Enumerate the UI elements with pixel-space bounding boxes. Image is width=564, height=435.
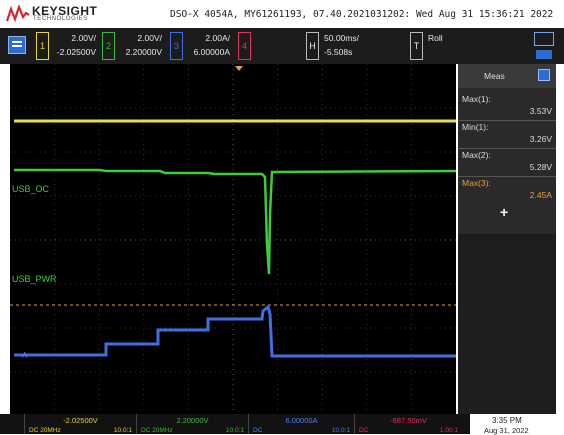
channel-2-coupling: DC 20MHz: [141, 427, 173, 434]
title-bar: KEYSIGHT TECHNOLOGIES DSO-X 4054A, MY612…: [0, 0, 564, 28]
channel-3-number: 3: [170, 32, 183, 60]
meas-max3-value: 2.45A: [529, 190, 552, 200]
keysight-logo: KEYSIGHT TECHNOLOGIES: [6, 3, 97, 25]
horizontal-scale: 50.00ms/: [324, 33, 359, 43]
channel-2-trace: [14, 168, 456, 275]
channel-4-status[interactable]: -687.50mV DC 1.00:1: [354, 414, 462, 434]
expand-icon: [536, 50, 552, 59]
clock-time: 3:35 PM: [492, 416, 522, 425]
channel-1-status[interactable]: -2.02500V DC 20MHz 10.0:1: [24, 414, 136, 434]
meas-max1-label: Max(1):: [462, 94, 491, 104]
horizontal-position: -5.508s: [324, 47, 353, 57]
channel-1-offset: -2.02500V: [56, 47, 96, 57]
channel-2-settings[interactable]: 2 2.00V/ 2.20000V: [100, 28, 164, 64]
trigger-position-marker: [235, 66, 243, 71]
meas-max2-value: 5.28V: [529, 162, 552, 172]
channel-3-probe: 10.0:1: [331, 427, 350, 434]
add-measurement-button[interactable]: +: [500, 204, 508, 220]
channel-1-settings[interactable]: 1 2.00V/ -2.02500V: [34, 28, 98, 64]
channel-2-status-value: 2.20000V: [176, 416, 209, 425]
channel-3-ground-marker: A: [22, 351, 28, 360]
meas-max2-label: Max(2):: [462, 150, 491, 160]
channel-3-coupling: DC: [253, 427, 263, 434]
divider: [458, 176, 556, 177]
trigger-settings[interactable]: T Roll: [408, 28, 468, 64]
channel-2-scale: 2.00V/: [137, 33, 162, 43]
measurements-header[interactable]: Meas: [458, 64, 556, 88]
horizontal-settings[interactable]: H 50.00ms/ -5.508s: [304, 28, 404, 64]
channel-2-number: 2: [102, 32, 115, 60]
channel-4-coupling: DC: [359, 427, 369, 434]
usb-pwr-label: USB_PWR: [12, 274, 57, 284]
usb-oc-label: USB_OC: [12, 184, 50, 194]
waveform-canvas: USB_OC USB_PWR A: [10, 64, 456, 416]
side-panel-empty: [458, 234, 556, 416]
menu-button[interactable]: [530, 28, 560, 64]
meas-max1-value: 3.53V: [529, 106, 552, 116]
meas-min1-value: 3.26V: [529, 134, 552, 144]
trigger-mode: Roll: [428, 33, 443, 43]
channel-4-number: 4: [238, 32, 251, 60]
channel-3-status[interactable]: 6.00000A DC 10.0:1: [248, 414, 354, 434]
channel-3-status-value: 6.00000A: [285, 416, 318, 425]
measurements-title: Meas: [484, 71, 505, 81]
channel-2-probe: 10.0:1: [225, 427, 244, 434]
channel-4-probe: 1.00:1: [439, 427, 458, 434]
home-icon: [8, 36, 26, 54]
oscilloscope-screen: KEYSIGHT TECHNOLOGIES DSO-X 4054A, MY612…: [0, 0, 564, 435]
channel-1-number: 1: [36, 32, 49, 60]
channel-4-settings[interactable]: 4: [236, 28, 260, 64]
clock: 3:35 PM Aug 31, 2022: [470, 414, 564, 435]
channel-3-scale: 2.00A/: [205, 33, 230, 43]
channel-2-status[interactable]: 2.20000V DC 20MHz 10.0:1: [136, 414, 248, 434]
horizontal-label: H: [306, 32, 319, 60]
graticule: [10, 64, 456, 416]
brand-subtitle: TECHNOLOGIES: [33, 16, 88, 22]
home-button[interactable]: [4, 28, 30, 64]
channel-4-status-value: -687.50mV: [390, 416, 427, 425]
channel-3-trace: [14, 304, 456, 358]
channel-1-probe: 10.0:1: [113, 427, 132, 434]
divider: [458, 120, 556, 121]
keysight-wave-icon: [6, 5, 30, 23]
meas-max3-label: Max(3):: [462, 178, 491, 188]
divider: [458, 148, 556, 149]
channel-toolbar: 1 2.00V/ -2.02500V 2 2.00V/ 2.20000V 3 2…: [0, 28, 564, 64]
channel-1-status-value: -2.02500V: [63, 416, 98, 425]
channel-1-coupling: DC 20MHz: [29, 427, 61, 434]
window-icon: [534, 32, 554, 46]
measurements-menu-icon[interactable]: [538, 69, 550, 81]
device-info: DSO-X 4054A, MY61261193, 07.40.202103120…: [170, 9, 554, 20]
channel-3-offset: 6.00000A: [193, 47, 230, 57]
waveform-display[interactable]: USB_OC USB_PWR A: [10, 64, 456, 416]
channel-2-offset: 2.20000V: [125, 47, 162, 57]
channel-1-scale: 2.00V/: [71, 33, 96, 43]
measurements-panel: Meas Max(1): 3.53V Min(1): 3.26V Max(2):…: [458, 64, 556, 234]
channel-3-settings[interactable]: 3 2.00A/ 6.00000A: [168, 28, 232, 64]
meas-min1-label: Min(1):: [462, 122, 489, 132]
trigger-label: T: [410, 32, 423, 60]
